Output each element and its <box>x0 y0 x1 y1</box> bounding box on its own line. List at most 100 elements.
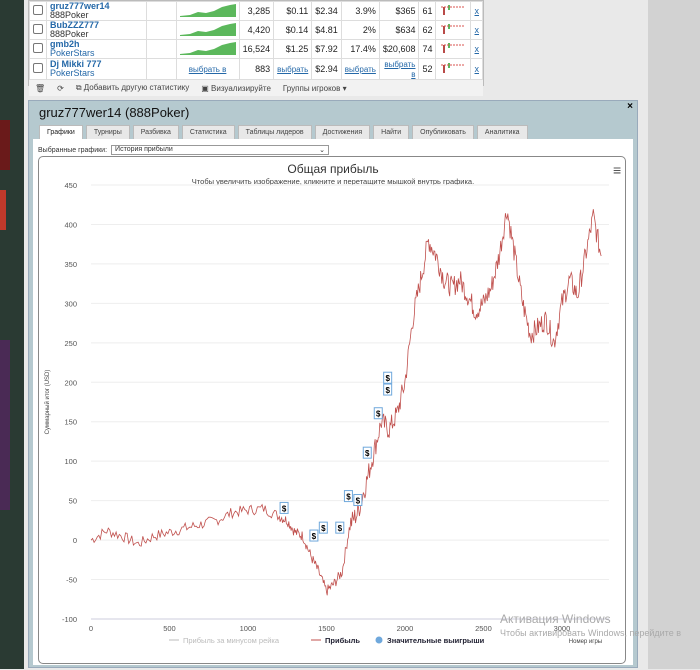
player-site: 888Poker <box>50 29 89 39</box>
x-tick-label: 1500 <box>318 624 335 633</box>
tab-0[interactable]: Графики <box>39 125 83 139</box>
stat-value: 61 <box>422 6 433 16</box>
x-tick-label: 500 <box>163 624 176 633</box>
table-row: Dj Mikki 777 PokerStars выбрать в 883 выбр… <box>29 58 483 80</box>
stat-value: 3.9% <box>355 6 376 16</box>
y-tick-label: 400 <box>64 220 77 229</box>
remove-player-button[interactable]: x <box>475 44 480 54</box>
stat-value: $0.11 <box>286 6 309 16</box>
results-minichart <box>441 63 466 73</box>
tab-1[interactable]: Турниры <box>85 125 130 139</box>
legend-swatch-wins <box>375 636 383 644</box>
remove-player-button[interactable]: x <box>475 6 480 16</box>
background-strip <box>0 0 24 669</box>
choose-link[interactable]: выбрать <box>277 65 308 74</box>
chart-svg[interactable]: Общая прибыльЧтобы увеличить изображение… <box>39 157 627 665</box>
visualize-button[interactable]: ▣ Визуализируйте <box>201 84 271 93</box>
svg-text:$: $ <box>321 524 326 533</box>
significant-win-marker: $ <box>362 446 372 459</box>
stat-value: 883 <box>255 64 271 74</box>
sparkline <box>179 42 236 55</box>
significant-win-marker: $ <box>335 521 345 534</box>
y-tick-label: 100 <box>64 457 77 466</box>
y-tick-label: 0 <box>73 536 77 545</box>
player-site: PokerStars <box>50 68 95 78</box>
tab-6[interactable]: Найти <box>373 125 410 139</box>
x-tick-label: 2000 <box>397 624 414 633</box>
tab-2[interactable]: Разбивка <box>132 125 179 139</box>
x-tick-label: 2500 <box>475 624 492 633</box>
tab-3[interactable]: Статистика <box>181 125 235 139</box>
refresh-icon[interactable]: ⟳ <box>57 84 64 93</box>
stat-value: 52 <box>422 64 433 74</box>
stat-value: 74 <box>422 44 433 54</box>
stat-value: $20,608 <box>382 44 416 54</box>
stat-value: $1.25 <box>285 44 309 54</box>
page-gutter <box>648 0 700 669</box>
significant-win-marker: $ <box>309 529 319 542</box>
svg-text:$: $ <box>282 504 287 513</box>
player-stats-table: gruz777wer14 888Poker 3,285 $0.11 $2.34 3.9%… <box>28 0 484 96</box>
svg-text:$: $ <box>365 449 370 458</box>
row-checkbox[interactable] <box>33 43 43 53</box>
windows-watermark-title: Активация Windows <box>500 612 611 626</box>
remove-player-button[interactable]: x <box>475 64 480 74</box>
sparkline <box>179 4 236 17</box>
legend-item-net: Прибыль за минусом рейка <box>183 636 280 645</box>
svg-text:$: $ <box>385 386 390 395</box>
table-row: BubZZZ777 888Poker 4,420 $0.14 $4.81 2% $634 6… <box>29 20 483 40</box>
svg-text:$: $ <box>376 410 381 419</box>
menu-icon[interactable]: ≡ <box>613 162 621 178</box>
y-tick-label: -50 <box>66 576 77 585</box>
stat-value: 2% <box>362 25 376 35</box>
windows-watermark-text: Чтобы активировать Windows, перейдите в <box>500 628 681 638</box>
tab-bar: Графики Турниры Разбивка Статистика Таблицы … <box>39 125 528 139</box>
y-tick-label: 50 <box>69 497 77 506</box>
row-checkbox[interactable] <box>33 63 43 73</box>
results-minichart <box>441 5 466 15</box>
svg-text:$: $ <box>385 374 390 383</box>
player-panel: gruz777wer14 (888Poker) × Графики Турниры… <box>28 100 638 668</box>
player-groups-dropdown[interactable]: Группы игроков ▾ <box>283 84 347 93</box>
significant-win-marker: $ <box>353 494 363 507</box>
player-site: 888Poker <box>50 10 89 20</box>
legend-item-profit: Прибыль <box>325 636 360 645</box>
tab-8[interactable]: Аналитика <box>476 125 528 139</box>
stat-value: 17.4% <box>350 44 376 54</box>
row-checkbox[interactable] <box>33 5 43 15</box>
stat-value: $0.14 <box>285 25 309 35</box>
x-tick-label: 1000 <box>240 624 257 633</box>
close-icon[interactable]: × <box>627 101 633 112</box>
profit-chart[interactable]: Общая прибыль Чтобы увеличить изображение… <box>38 156 626 664</box>
stat-value: $634 <box>395 25 416 35</box>
choose-link[interactable]: выбрать в <box>384 60 415 79</box>
results-minichart <box>441 24 466 34</box>
stat-value: $7.92 <box>315 44 338 54</box>
x-tick-label: 0 <box>89 624 93 633</box>
add-stat-button[interactable]: ⧉ Добавить другую статистику <box>76 83 189 93</box>
svg-text:$: $ <box>312 532 317 541</box>
remove-player-button[interactable]: x <box>475 25 480 35</box>
significant-win-marker: $ <box>318 521 328 534</box>
significant-win-marker: $ <box>343 490 353 503</box>
player-site: PokerStars <box>50 48 95 58</box>
significant-win-marker: $ <box>373 407 383 420</box>
chevron-down-icon: ⌄ <box>319 147 326 154</box>
stat-value: 16,524 <box>242 44 271 54</box>
svg-text:$: $ <box>338 524 343 533</box>
stat-value: 4,420 <box>247 25 271 35</box>
chart-select[interactable]: История прибыли ⌄ <box>111 145 330 155</box>
y-axis-label: Суммарный итог (USD) <box>44 370 51 435</box>
row-checkbox[interactable] <box>33 24 43 34</box>
tab-7[interactable]: Опубликовать <box>412 125 474 139</box>
choose-link[interactable]: выбрать в <box>189 65 227 74</box>
table-row: gmb2h PokerStars 16,524 $1.25 $7.92 17.4% $20… <box>29 39 483 59</box>
trash-icon[interactable]: 🗑 <box>35 84 45 93</box>
chart-title: Общая прибыль <box>287 162 378 176</box>
y-tick-label: 350 <box>64 260 77 269</box>
tab-5[interactable]: Достижения <box>314 125 371 139</box>
choose-link[interactable]: выбрать <box>345 65 376 74</box>
significant-win-marker: $ <box>383 371 393 384</box>
y-tick-label: 150 <box>64 418 77 427</box>
tab-4[interactable]: Таблицы лидеров <box>237 125 312 139</box>
